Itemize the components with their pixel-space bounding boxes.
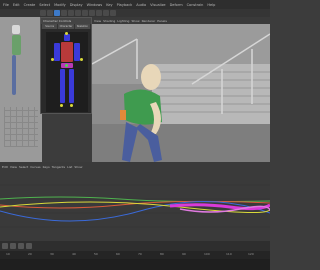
viewport-menu-shading[interactable]: Shading xyxy=(103,19,115,23)
ruler-tick: 80 xyxy=(160,252,164,256)
snap-point-icon[interactable] xyxy=(89,10,95,16)
graph-menu-show[interactable]: Show xyxy=(74,165,82,169)
viewport-menu-panels[interactable]: Panels xyxy=(157,19,167,23)
status-bar xyxy=(0,259,270,270)
menu-deform[interactable]: Deform xyxy=(169,3,184,7)
menu-visualize[interactable]: Visualize xyxy=(149,3,166,7)
ruler-tick: 120 xyxy=(248,252,254,256)
hik-torso[interactable] xyxy=(61,42,73,62)
character-leg xyxy=(12,55,16,95)
hik-effector-left-foot[interactable] xyxy=(60,104,63,107)
menu-audio[interactable]: Audio xyxy=(135,3,147,7)
hik-effector-hips[interactable] xyxy=(65,64,68,67)
graph-menu-tangents[interactable]: Tangents xyxy=(52,165,65,169)
ruler-tick: 20 xyxy=(28,252,32,256)
scale-tool-icon[interactable] xyxy=(68,10,74,16)
ruler-tick: 40 xyxy=(72,252,76,256)
menu-edit[interactable]: Edit xyxy=(12,3,21,7)
ruler-tick: 70 xyxy=(138,252,142,256)
select-tool-icon[interactable] xyxy=(40,10,46,16)
character-torso xyxy=(12,35,21,55)
graph-menu-list[interactable]: List xyxy=(67,165,72,169)
hik-effector-right-hand[interactable] xyxy=(80,58,83,61)
side-viewport[interactable] xyxy=(0,17,42,162)
menu-create[interactable]: Create xyxy=(23,3,37,7)
tab-character[interactable]: Character xyxy=(58,24,74,29)
menu-display[interactable]: Display xyxy=(69,3,84,7)
perspective-viewport[interactable]: View Shading Lighting Show Renderer Panels xyxy=(92,17,270,162)
ruler-tick: 60 xyxy=(116,252,120,256)
move-tool-icon[interactable] xyxy=(54,10,60,16)
hik-left-arm[interactable] xyxy=(54,43,60,61)
curves-svg xyxy=(0,184,270,228)
menu-select[interactable]: Select xyxy=(38,3,51,7)
character-left-hand xyxy=(120,110,126,120)
animation-curves[interactable] xyxy=(0,171,270,241)
ruler-tick: 50 xyxy=(94,252,98,256)
snap-curve-icon[interactable] xyxy=(82,10,88,16)
character-head xyxy=(141,64,161,90)
hik-effector-head[interactable] xyxy=(65,32,68,35)
humanik-panel[interactable]: Character Controls Source Character Skel… xyxy=(40,17,92,114)
hik-character-map xyxy=(46,32,88,112)
viewport-menu-renderer[interactable]: Renderer xyxy=(142,19,156,23)
render-icon[interactable] xyxy=(96,10,102,16)
curve-green xyxy=(0,196,270,203)
graph-menu-edit[interactable]: Edit xyxy=(2,165,8,169)
hik-head[interactable] xyxy=(64,34,70,41)
step-back-icon[interactable] xyxy=(10,243,16,249)
menu-file[interactable]: File xyxy=(2,3,10,7)
ruler-tick: 100 xyxy=(204,252,210,256)
step-forward-icon[interactable] xyxy=(26,243,32,249)
menu-bar: File Edit Create Select Modify Display Windows… xyxy=(0,0,270,9)
hik-effector-left-hand[interactable] xyxy=(51,58,54,61)
rotate-tool-icon[interactable] xyxy=(61,10,67,16)
tab-source[interactable]: Source xyxy=(42,24,58,29)
graph-menu-select[interactable]: Select xyxy=(19,165,28,169)
ruler-tick: 10 xyxy=(6,252,10,256)
graph-editor-menu: Edit View Select Curves Keys Tangents List Show xyxy=(0,162,270,171)
snap-grid-icon[interactable] xyxy=(75,10,81,16)
floor xyxy=(92,124,270,162)
menu-key[interactable]: Key xyxy=(105,3,113,7)
play-backward-icon[interactable] xyxy=(2,243,8,249)
graph-menu-keys[interactable]: Keys xyxy=(43,165,50,169)
graph-editor[interactable]: Edit View Select Curves Keys Tangents List Show… xyxy=(0,162,270,270)
hik-left-leg[interactable] xyxy=(60,69,65,103)
viewport-menu-lighting[interactable]: Lighting xyxy=(117,19,129,23)
viewport-menu-show[interactable]: Show xyxy=(131,19,139,23)
ipr-render-icon[interactable] xyxy=(103,10,109,16)
viewport-menu: View Shading Lighting Show Renderer Panels xyxy=(92,17,270,24)
menu-constrain[interactable]: Constrain xyxy=(186,3,205,7)
viewport-grid xyxy=(4,107,38,147)
scene-view[interactable] xyxy=(92,24,270,162)
play-forward-icon[interactable] xyxy=(18,243,24,249)
graph-menu-curves[interactable]: Curves xyxy=(30,165,40,169)
hik-effector-right-foot[interactable] xyxy=(70,104,73,107)
menu-modify[interactable]: Modify xyxy=(53,3,67,7)
ruler-tick: 90 xyxy=(182,252,186,256)
menu-playback[interactable]: Playback xyxy=(116,3,134,7)
viewport-menu-view[interactable]: View xyxy=(94,19,101,23)
range-slider[interactable] xyxy=(0,241,270,251)
graph-menu-view[interactable]: View xyxy=(10,165,17,169)
hik-right-leg[interactable] xyxy=(69,69,74,103)
hik-tabs: Source Character Skeleton xyxy=(41,24,91,29)
ruler-tick: 30 xyxy=(50,252,54,256)
lasso-tool-icon[interactable] xyxy=(47,10,53,16)
toolbar xyxy=(0,9,270,17)
time-ruler[interactable]: 10 20 30 40 50 60 70 80 90 100 110 120 xyxy=(0,251,270,259)
ruler-tick: 110 xyxy=(226,252,232,256)
scene-svg xyxy=(92,24,270,162)
character-head xyxy=(12,25,20,34)
render-settings-icon[interactable] xyxy=(110,10,116,16)
menu-windows[interactable]: Windows xyxy=(86,3,104,7)
tab-skeleton[interactable]: Skeleton xyxy=(74,24,90,29)
menu-help[interactable]: Help xyxy=(206,3,216,7)
